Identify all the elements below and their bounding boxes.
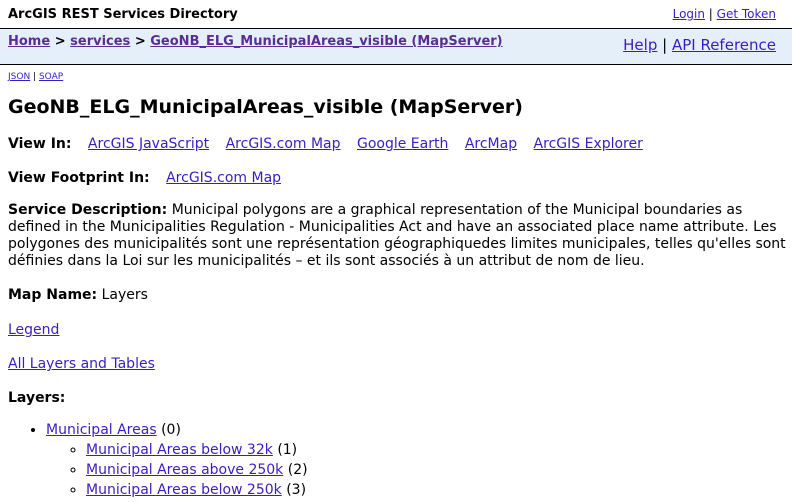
layer-id: (1) — [277, 442, 298, 458]
sublayer-item: Municipal Areas below 32k (1) — [86, 440, 792, 460]
map-name-label: Map Name: — [8, 287, 98, 303]
user-links: Login | Get Token — [673, 7, 776, 21]
get-token-link[interactable]: Get Token — [717, 7, 776, 21]
top-header-bar: ArcGIS REST Services Directory Login | G… — [0, 0, 792, 29]
view-in-arcgis-explorer-link[interactable]: ArcGIS Explorer — [534, 136, 643, 152]
format-links: JSON | SOAP — [8, 72, 792, 82]
layer-municipal-areas-link[interactable]: Municipal Areas — [46, 422, 157, 438]
breadcrumb: Home > services > GeoNB_ELG_MunicipalAre… — [8, 34, 503, 49]
service-description-label: Service Description: — [8, 202, 168, 218]
breadcrumb-arrow: > — [50, 34, 71, 49]
breadcrumb-bar: Home > services > GeoNB_ELG_MunicipalAre… — [0, 29, 792, 65]
view-in-arcgis-javascript-link[interactable]: ArcGIS JavaScript — [88, 136, 209, 152]
layer-municipal-areas-below-32k-link[interactable]: Municipal Areas below 32k — [86, 442, 273, 458]
view-in-arcgis-com-map-link[interactable]: ArcGIS.com Map — [226, 136, 341, 152]
view-footprint-arcgis-com-map-link[interactable]: ArcGIS.com Map — [166, 170, 281, 186]
layer-item: Municipal Areas (0) Municipal Areas belo… — [46, 420, 792, 500]
layers-label: Layers: — [8, 390, 66, 406]
help-link[interactable]: Help — [623, 36, 657, 54]
view-in-google-earth-link[interactable]: Google Earth — [357, 136, 448, 152]
legend-link[interactable]: Legend — [8, 322, 59, 338]
breadcrumb-home[interactable]: Home — [8, 34, 50, 49]
legend-row: Legend — [8, 321, 792, 339]
layer-municipal-areas-above-250k-link[interactable]: Municipal Areas above 250k — [86, 462, 283, 478]
layer-id: (2) — [287, 462, 308, 478]
layer-municipal-areas-below-250k-link[interactable]: Municipal Areas below 250k — [86, 482, 282, 498]
sublayer-item: Municipal Areas above 250k (2) — [86, 460, 792, 480]
separator: | — [704, 7, 717, 21]
view-in-arcmap-link[interactable]: ArcMap — [465, 136, 517, 152]
layer-id: (0) — [161, 422, 181, 438]
breadcrumb-services[interactable]: services — [70, 34, 130, 49]
all-layers-and-tables-link[interactable]: All Layers and Tables — [8, 356, 155, 372]
json-link[interactable]: JSON — [8, 72, 30, 82]
view-in-label: View In: — [8, 136, 72, 152]
api-reference-link[interactable]: API Reference — [672, 36, 776, 54]
layers-list: Municipal Areas (0) Municipal Areas belo… — [0, 420, 792, 500]
layer-id: (3) — [286, 482, 307, 498]
app-title: ArcGIS REST Services Directory — [8, 7, 238, 22]
map-name-value: Layers — [101, 287, 148, 303]
service-description: Service Description: Municipal polygons … — [8, 202, 788, 270]
view-footprint-label: View Footprint In: — [8, 170, 150, 186]
page-title: GeoNB_ELG_MunicipalAreas_visible (MapSer… — [8, 96, 523, 118]
breadcrumb-service[interactable]: GeoNB_ELG_MunicipalAreas_visible (MapSer… — [150, 34, 502, 49]
soap-link[interactable]: SOAP — [39, 72, 63, 82]
help-links: Help | API Reference — [623, 36, 776, 54]
login-link[interactable]: Login — [673, 7, 705, 21]
sublayer-item: Municipal Areas below 250k (3) — [86, 480, 792, 500]
view-in-row: View In: ArcGIS JavaScript ArcGIS.com Ma… — [8, 135, 792, 153]
breadcrumb-arrow: > — [130, 34, 151, 49]
all-layers-row: All Layers and Tables — [8, 355, 792, 373]
map-name-row: Map Name: Layers — [8, 286, 792, 304]
layers-heading: Layers: — [8, 389, 792, 407]
separator: | — [30, 72, 39, 82]
sublayers-list: Municipal Areas below 32k (1) Municipal … — [46, 440, 792, 500]
view-footprint-row: View Footprint In: ArcGIS.com Map — [8, 169, 792, 187]
separator: | — [657, 36, 672, 54]
